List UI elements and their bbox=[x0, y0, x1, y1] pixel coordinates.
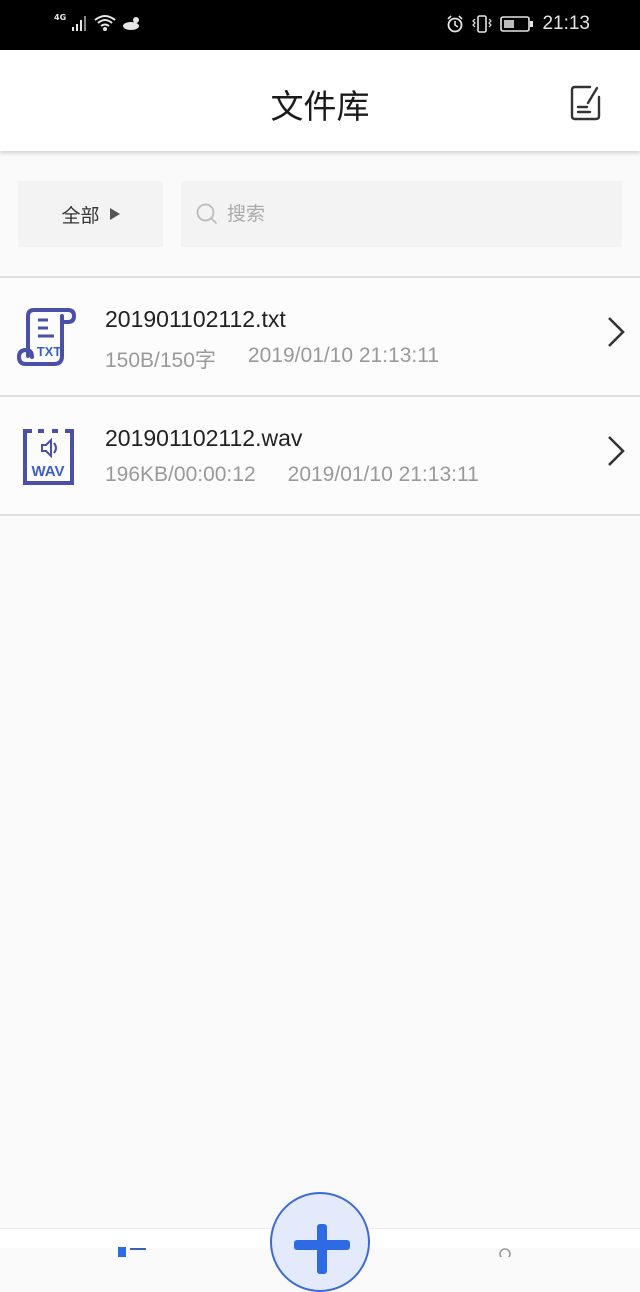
signal-icon bbox=[72, 16, 87, 31]
file-size: 196KB/00:00:12 bbox=[105, 463, 256, 486]
battery-icon bbox=[500, 16, 534, 32]
file-date: 2019/01/10 21:13:11 bbox=[287, 463, 479, 486]
chevron-right-icon bbox=[608, 317, 625, 347]
wifi-icon bbox=[94, 15, 116, 31]
add-button[interactable] bbox=[270, 1192, 370, 1292]
edit-note-icon bbox=[570, 85, 601, 121]
chevron-right-icon bbox=[608, 436, 625, 466]
filter-row: 全部 bbox=[18, 181, 622, 247]
file-list-item[interactable]: TXT 201901102112.txt 150B/150字 2019/01/1… bbox=[0, 278, 640, 397]
search-box[interactable] bbox=[181, 181, 622, 247]
status-bar: 4G 21:13 bbox=[0, 0, 640, 50]
txt-file-icon: TXT bbox=[16, 308, 77, 366]
file-list-item[interactable]: WAV 201901102112.wav 196KB/00:00:12 2019… bbox=[0, 397, 640, 516]
files-tab-icon bbox=[118, 1247, 146, 1257]
file-meta: 196KB/00:00:12 2019/01/10 21:13:11 bbox=[105, 463, 479, 487]
network-type: 4G bbox=[54, 12, 67, 22]
file-date: 2019/01/10 21:13:11 bbox=[247, 344, 440, 367]
file-name: 201901102112.wav bbox=[105, 425, 303, 451]
wav-file-icon: WAV bbox=[23, 429, 74, 485]
status-right: 21:13 bbox=[446, 13, 590, 35]
category-filter-dropdown[interactable]: 全部 bbox=[18, 181, 163, 247]
profile-tab-icon bbox=[499, 1248, 511, 1260]
app-header: 文件库 bbox=[0, 50, 640, 151]
wav-icon-label: WAV bbox=[31, 463, 64, 480]
nav-tab-profile[interactable] bbox=[498, 1242, 512, 1260]
search-input[interactable] bbox=[227, 203, 607, 225]
clock: 21:13 bbox=[542, 13, 590, 34]
alarm-icon bbox=[447, 15, 464, 33]
file-name: 201901102112.txt bbox=[105, 306, 286, 332]
search-icon bbox=[196, 203, 217, 224]
plus-icon-bar bbox=[294, 1240, 350, 1250]
file-size: 150B/150字 bbox=[105, 349, 216, 372]
caret-right-icon bbox=[109, 208, 120, 220]
file-meta: 150B/150字 2019/01/10 21:13:11 bbox=[105, 344, 439, 374]
file-list: TXT 201901102112.txt 150B/150字 2019/01/1… bbox=[0, 276, 640, 516]
page-title: 文件库 bbox=[270, 87, 370, 126]
vibrate-icon bbox=[472, 15, 493, 33]
weather-icon bbox=[123, 17, 140, 30]
edit-button[interactable] bbox=[570, 83, 602, 121]
status-left: 4G bbox=[54, 12, 142, 32]
nav-tab-files[interactable] bbox=[118, 1242, 148, 1257]
txt-icon-label: TXT bbox=[37, 344, 62, 359]
category-filter-label: 全部 bbox=[61, 204, 100, 227]
